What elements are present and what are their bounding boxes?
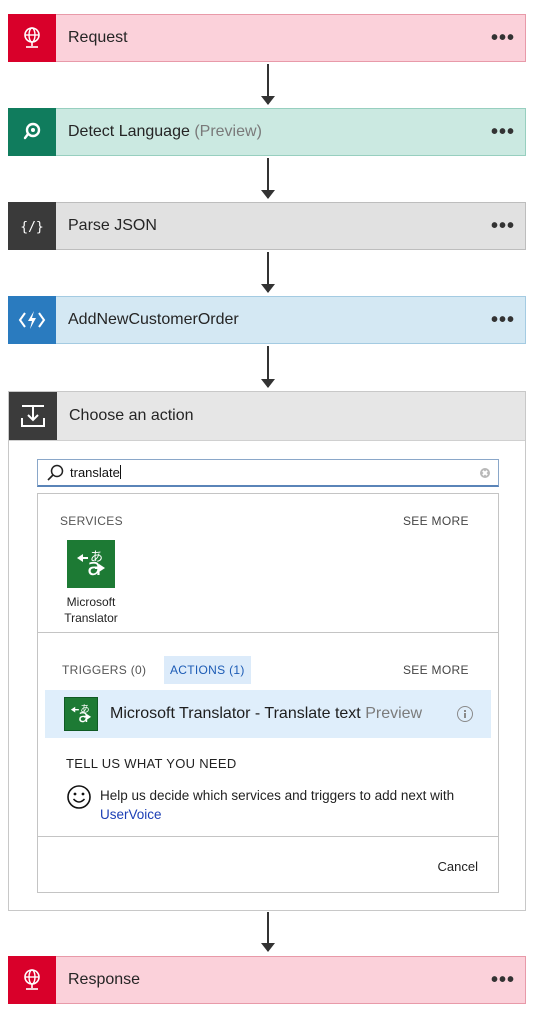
more-options-button[interactable]: ••• xyxy=(475,28,515,48)
actions-see-more-link[interactable]: SEE MORE xyxy=(403,663,469,677)
cancel-button[interactable]: Cancel xyxy=(438,859,478,874)
choose-action-header: Choose an action xyxy=(9,392,525,441)
more-options-button[interactable]: ••• xyxy=(475,122,515,142)
detect-language-icon xyxy=(8,107,56,156)
tab-actions[interactable]: ACTIONS (1) xyxy=(164,656,251,684)
step-title: Detect Language (Preview) xyxy=(68,123,475,141)
services-label: SERVICES xyxy=(60,514,123,528)
braces-icon: {/} xyxy=(8,201,56,250)
more-options-button[interactable]: ••• xyxy=(475,970,515,990)
step-parse-json[interactable]: {/} Parse JSON ••• xyxy=(8,201,526,250)
globe-response-icon xyxy=(8,955,56,1004)
translator-icon: a あ xyxy=(64,697,98,731)
step-request[interactable]: Request ••• xyxy=(8,13,526,62)
step-title: Parse JSON xyxy=(68,217,157,234)
info-icon[interactable] xyxy=(457,706,473,722)
smiley-icon xyxy=(67,785,91,809)
step-detect-language[interactable]: Detect Language (Preview) ••• xyxy=(8,107,526,156)
feedback-message: Help us decide which services and trigge… xyxy=(100,788,455,803)
divider xyxy=(38,836,498,837)
more-options-button[interactable]: ••• xyxy=(475,310,515,330)
connector-arrow xyxy=(261,64,275,105)
choose-action-card: Choose an action translate SERVICES SEE … xyxy=(8,391,526,911)
connector-arrow xyxy=(261,346,275,388)
divider xyxy=(38,632,498,633)
clear-search-icon[interactable] xyxy=(480,467,490,478)
action-translate-text[interactable]: a あ Microsoft Translator - Translate tex… xyxy=(45,690,491,738)
action-title: Microsoft Translator - Translate text Pr… xyxy=(110,705,457,723)
action-title-text: Microsoft Translator - Translate text xyxy=(110,705,361,722)
search-input[interactable]: translate xyxy=(37,459,499,487)
search-results-panel: SERVICES SEE MORE a あ Microsoft Translat… xyxy=(37,493,499,893)
step-title: Request xyxy=(68,29,128,46)
step-title: AddNewCustomerOrder xyxy=(68,311,239,328)
preview-badge: (Preview) xyxy=(194,123,262,140)
more-options-button[interactable]: ••• xyxy=(475,216,515,236)
uservoice-link[interactable]: UserVoice xyxy=(100,807,162,822)
step-add-new-customer-order[interactable]: AddNewCustomerOrder ••• xyxy=(8,295,526,344)
tell-us-heading: TELL US WHAT YOU NEED xyxy=(66,756,237,771)
translator-icon: a あ xyxy=(67,540,115,588)
svg-text:{/}: {/} xyxy=(21,220,43,234)
search-icon xyxy=(47,464,64,481)
step-title-text: Detect Language xyxy=(68,123,190,140)
feedback-text: Help us decide which services and trigge… xyxy=(100,786,470,824)
step-title: Response xyxy=(68,971,141,988)
service-microsoft-translator[interactable]: a あ Microsoft Translator xyxy=(55,540,127,626)
svg-text:あ: あ xyxy=(80,704,89,715)
choose-action-title: Choose an action xyxy=(69,407,194,424)
connector-arrow xyxy=(261,912,275,952)
services-see-more-link[interactable]: SEE MORE xyxy=(403,514,469,528)
azure-function-icon xyxy=(8,295,56,344)
search-value[interactable]: translate xyxy=(70,465,480,480)
service-name: Microsoft Translator xyxy=(64,595,118,625)
svg-text:あ: あ xyxy=(90,550,103,565)
tab-triggers[interactable]: TRIGGERS (0) xyxy=(56,656,152,684)
connector-arrow xyxy=(261,158,275,199)
insert-action-icon xyxy=(9,392,57,440)
connector-arrow xyxy=(261,252,275,293)
step-response[interactable]: Response ••• xyxy=(8,955,526,1004)
globe-request-icon xyxy=(8,13,56,62)
preview-badge: Preview xyxy=(365,705,423,722)
